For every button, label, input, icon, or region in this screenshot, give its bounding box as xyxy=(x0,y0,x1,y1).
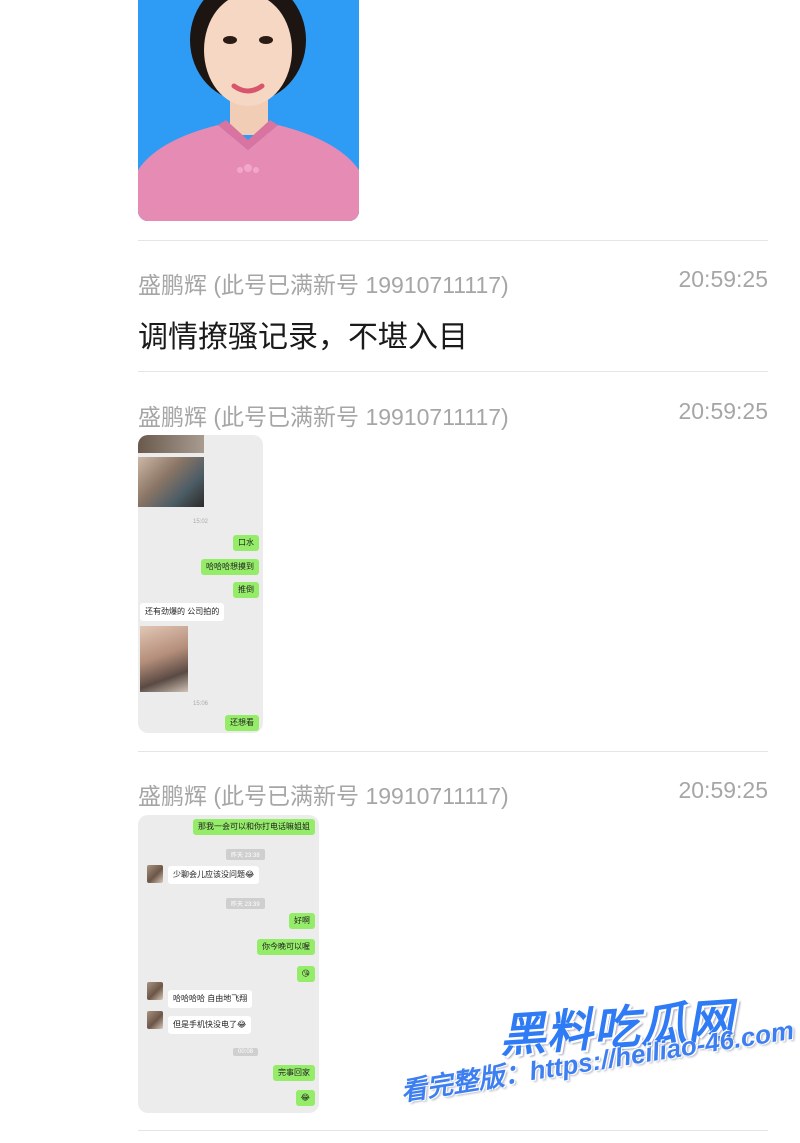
divider xyxy=(138,240,768,241)
chat-bubble-in: 但是手机快没电了😂 xyxy=(168,1016,252,1034)
chat-bubble-out: 完事回家 xyxy=(273,1065,315,1081)
chat-bubble-in: 哈哈哈哈 自由地飞翔 xyxy=(168,990,253,1008)
message-time: 20:59:25 xyxy=(678,777,768,803)
avatar xyxy=(147,1011,163,1029)
message-header: 盛鹏辉 (此号已满新号 19910711117) 20:59:25 xyxy=(138,777,768,811)
avatar xyxy=(147,865,163,883)
chat-bubble-in: 还有劲爆的 公司拍的 xyxy=(140,603,225,621)
chat-bubble-out: 哈哈哈想摸到 xyxy=(201,559,259,575)
message-header: 盛鹏辉 (此号已满新号 19910711117) 20:59:25 xyxy=(138,266,768,300)
sender-name: 盛鹏辉 (此号已满新号 19910711117) xyxy=(138,404,509,430)
divider xyxy=(138,1130,768,1131)
avatar xyxy=(147,982,163,1000)
sender-name: 盛鹏辉 (此号已满新号 19910711117) xyxy=(138,272,509,298)
photo-thumb xyxy=(138,457,204,507)
chat-timestamp: 00:08 xyxy=(233,1048,259,1056)
chat-screenshot-image[interactable]: 那我一会可以和你打电话嘛姐姐 昨天 23:38 少聊会儿应该没问题😂 昨天 23… xyxy=(138,815,319,1113)
photo-thumb xyxy=(138,435,204,453)
message-text: 调情撩骚记录，不堪入目 xyxy=(138,321,468,354)
chat-bubble-out: 那我一会可以和你打电话嘛姐姐 xyxy=(193,819,315,835)
chat-bubble-out: 你今晚可以喔 xyxy=(257,939,315,955)
photo-thumb xyxy=(140,626,188,692)
sender-name: 盛鹏辉 (此号已满新号 19910711117) xyxy=(138,783,509,809)
id-photo[interactable] xyxy=(138,0,359,221)
chat-bubble-in: 少聊会儿应该没问题😂 xyxy=(168,866,260,884)
message-time: 20:59:25 xyxy=(678,398,768,424)
message-time: 20:59:25 xyxy=(678,266,768,292)
chat-timestamp: 15:02 xyxy=(193,519,209,525)
chat-screenshot-image[interactable]: 15:02 口水 哈哈哈想摸到 推倒 还有劲爆的 公司拍的 15:06 还想看 xyxy=(138,435,263,733)
chat-bubble-out: 好啊 xyxy=(289,913,315,929)
chat-timestamp: 昨天 23:39 xyxy=(226,898,265,909)
message-header: 盛鹏辉 (此号已满新号 19910711117) 20:59:25 xyxy=(138,398,768,432)
chat-timestamp: 15:06 xyxy=(193,701,209,707)
portrait-image xyxy=(138,0,359,221)
chat-bubble-out: 😘 xyxy=(296,966,315,982)
divider xyxy=(138,751,768,752)
chat-bubble-out: 😂 xyxy=(295,1090,315,1106)
chat-timestamp: 昨天 23:38 xyxy=(226,849,265,860)
divider xyxy=(138,371,768,372)
chat-bubble-out: 推倒 xyxy=(233,582,259,598)
chat-bubble-out: 还想看 xyxy=(225,715,259,731)
chat-bubble-out: 口水 xyxy=(233,535,259,551)
